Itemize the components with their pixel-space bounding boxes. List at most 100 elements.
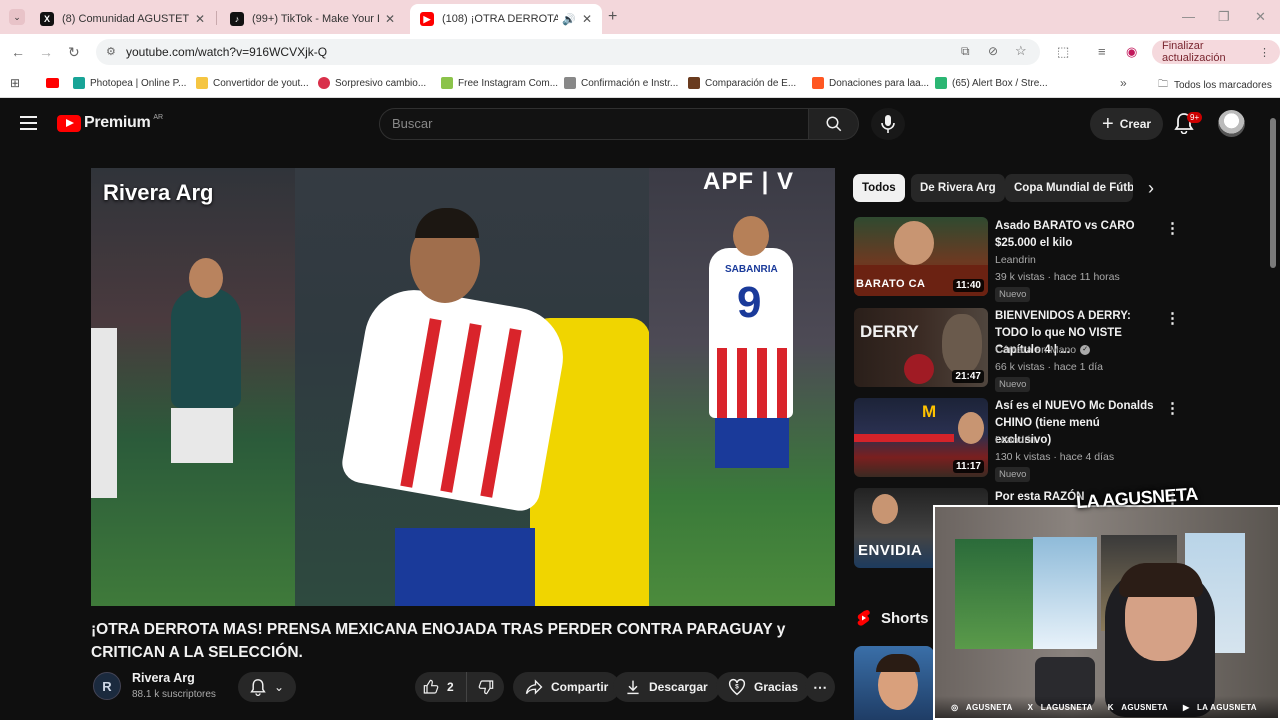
share-button[interactable]: Compartir [513, 672, 621, 702]
download-button[interactable]: Descargar [613, 672, 720, 702]
update-button[interactable]: Finalizar actualización ⋮ [1152, 40, 1280, 64]
back-icon[interactable]: ← [11, 44, 25, 60]
tab-twitter[interactable]: X (8) Comunidad AGUSTETISMO ✕ [30, 4, 215, 34]
bookmark-star-icon[interactable]: ☆ [1015, 43, 1027, 59]
video-title: ¡OTRA DERROTA MAS! PRENSA MEXICANA ENOJA… [91, 621, 786, 661]
new-badge: Nuevo [995, 467, 1031, 482]
bell-ring-icon [250, 679, 266, 696]
chip-from-channel[interactable]: De Rivera Arg [911, 174, 1005, 202]
share-arrow-icon [525, 679, 543, 695]
audio-playing-icon[interactable]: 🔊 [562, 13, 576, 26]
short-thumbnail[interactable] [854, 646, 934, 720]
super-thanks-icon: $ [728, 678, 746, 696]
tab-close-icon[interactable]: ✕ [385, 12, 395, 26]
video-overlay-text: APF | V [703, 168, 795, 195]
bookmark-item[interactable]: Convertidor de yout... [196, 77, 309, 89]
plus-icon: + [1102, 112, 1114, 135]
like-dislike-group: 2 [415, 672, 504, 702]
dislike-button[interactable] [467, 672, 504, 702]
tiktok-logo-icon: ♪ [230, 12, 244, 26]
chip-all[interactable]: Todos [853, 174, 905, 202]
chip-world-cup[interactable]: Copa Mundial de Fútbol [1005, 174, 1133, 202]
extensions-icon[interactable]: ⬚ [1057, 44, 1069, 60]
like-button[interactable]: 2 [415, 672, 467, 702]
page-scrollbar[interactable] [1270, 118, 1276, 268]
recommendation-thumbnail[interactable]: DERRY 21:47 [854, 308, 988, 387]
bookmark-item[interactable]: Comparación de E... [688, 77, 796, 89]
tab-tiktok[interactable]: ♪ (99+) TikTok - Make Your Day ✕ [220, 4, 405, 34]
microphone-icon [881, 115, 895, 133]
site-info-icon[interactable]: ⚙ [106, 45, 116, 58]
more-options-icon[interactable]: ⋮ [1165, 399, 1180, 417]
video-frame-right: SABANRIA 9 [649, 168, 835, 606]
recommendation-meta: 130 k vistas · hace 4 días [995, 451, 1115, 463]
minimize-icon[interactable]: — [1182, 9, 1195, 24]
folder-icon: 🗀 [1158, 79, 1168, 90]
bookmark-item[interactable]: Free Instagram Com... [441, 77, 558, 89]
more-bookmarks-icon[interactable]: » [1120, 76, 1127, 90]
thanks-button[interactable]: $ Gracias [716, 672, 811, 702]
install-app-icon[interactable]: ⧉ [961, 44, 970, 59]
subscriber-count: 88.1 k suscriptores [132, 689, 216, 700]
new-badge: Nuevo [995, 377, 1031, 392]
recommendation-meta: 39 k vistas · hace 11 horas [995, 271, 1120, 283]
restore-icon[interactable]: ❐ [1218, 9, 1230, 25]
hamburger-menu-icon[interactable] [20, 116, 37, 134]
social-handles-bar: ◎ AGUSNETA X LAGUSNETA K AGUSNETA ▶ LA A… [935, 696, 1278, 718]
chevron-right-icon[interactable]: › [1148, 178, 1154, 199]
more-options-icon[interactable]: ⋮ [1165, 309, 1180, 327]
forward-icon[interactable]: → [39, 44, 53, 60]
youtube-play-icon [57, 114, 81, 132]
menu-dots-icon[interactable]: ⋮ [1259, 46, 1270, 59]
recommendation-thumbnail[interactable]: BARATO CA 11:40 [854, 217, 988, 296]
bookmark-item[interactable]: (65) Alert Box / Stre... [935, 77, 1048, 89]
tab-close-icon[interactable]: ✕ [195, 12, 205, 26]
bookmark-item[interactable]: Photopea | Online P... [73, 77, 186, 89]
search-box[interactable] [379, 108, 809, 140]
youtube-handle: ▶ LA AGUSNETA [1183, 702, 1257, 712]
url-text[interactable]: youtube.com/watch?v=916WCVXjk-Q [126, 45, 327, 59]
recommendation-thumbnail[interactable]: M 11:17 [854, 398, 988, 477]
shorts-section-header: Shorts [856, 609, 929, 627]
recommendation-channel[interactable]: Leandrin [995, 254, 1036, 266]
youtube-premium-logo[interactable]: Premium AR [57, 114, 163, 132]
more-actions-icon[interactable]: ⋯ [805, 672, 835, 702]
video-frame-center [295, 168, 650, 606]
video-player[interactable]: SABANRIA 9 Rivera Arg APF | V [91, 168, 835, 606]
all-bookmarks[interactable]: 🗀 Todos los marcadores [1158, 77, 1272, 94]
profile-icon[interactable]: ◉ [1126, 44, 1137, 60]
more-options-icon[interactable]: ⋮ [1165, 219, 1180, 237]
voice-search-button[interactable] [871, 108, 905, 140]
apps-grid-icon[interactable]: ⊞ [10, 76, 20, 90]
bookmark-item[interactable]: Donaciones para laa... [812, 77, 929, 89]
youtube-logo-icon: ▶ [420, 12, 434, 26]
reload-icon[interactable]: ↻ [68, 44, 80, 61]
recommendation-channel[interactable]: Leandrin [995, 434, 1036, 446]
media-controls-icon[interactable]: ≡ [1098, 44, 1106, 59]
channel-avatar[interactable]: R [93, 672, 121, 700]
video-frame-left [91, 168, 295, 606]
bookmark-item[interactable]: Sorpresivo cambio... [318, 77, 426, 89]
tab-search-icon[interactable]: ⌄ [9, 9, 25, 25]
tab-youtube-active[interactable]: ▶ (108) ¡OTRA DERROTA MAS 🔊 ✕ [410, 4, 602, 34]
chevron-down-icon: ⌄ [273, 680, 285, 694]
search-button[interactable] [809, 108, 859, 140]
recommendation-title[interactable]: Asado BARATO vs CARO $25.000 el kilo [995, 218, 1157, 252]
video-duration: 21:47 [952, 370, 984, 383]
address-bar[interactable]: ⚙ youtube.com/watch?v=916WCVXjk-Q ⧉ ⊘ ☆ [96, 39, 1040, 65]
window-close-icon[interactable]: ✕ [1255, 9, 1266, 25]
subscription-notifications-button[interactable]: ⌄ [238, 672, 296, 702]
eye-slash-icon[interactable]: ⊘ [988, 44, 998, 58]
video-duration: 11:40 [952, 279, 984, 292]
recommendation-channel[interactable]: Cámara en Mano ✓ [995, 344, 1091, 356]
new-tab-button[interactable]: + [608, 8, 617, 26]
wall-poster [1033, 537, 1097, 649]
user-avatar[interactable] [1218, 110, 1245, 137]
tab-close-icon[interactable]: ✕ [582, 12, 592, 26]
search-input[interactable] [392, 116, 792, 131]
bookmark-item[interactable]: Confirmación e Instr... [564, 77, 678, 89]
create-button[interactable]: + Crear [1090, 108, 1164, 140]
streamer-webcam-overlay: ◎ AGUSNETA X LAGUSNETA K AGUSNETA ▶ LA A… [933, 505, 1280, 720]
channel-name[interactable]: Rivera Arg [132, 671, 195, 685]
youtube-bookmark-icon[interactable] [46, 78, 59, 88]
